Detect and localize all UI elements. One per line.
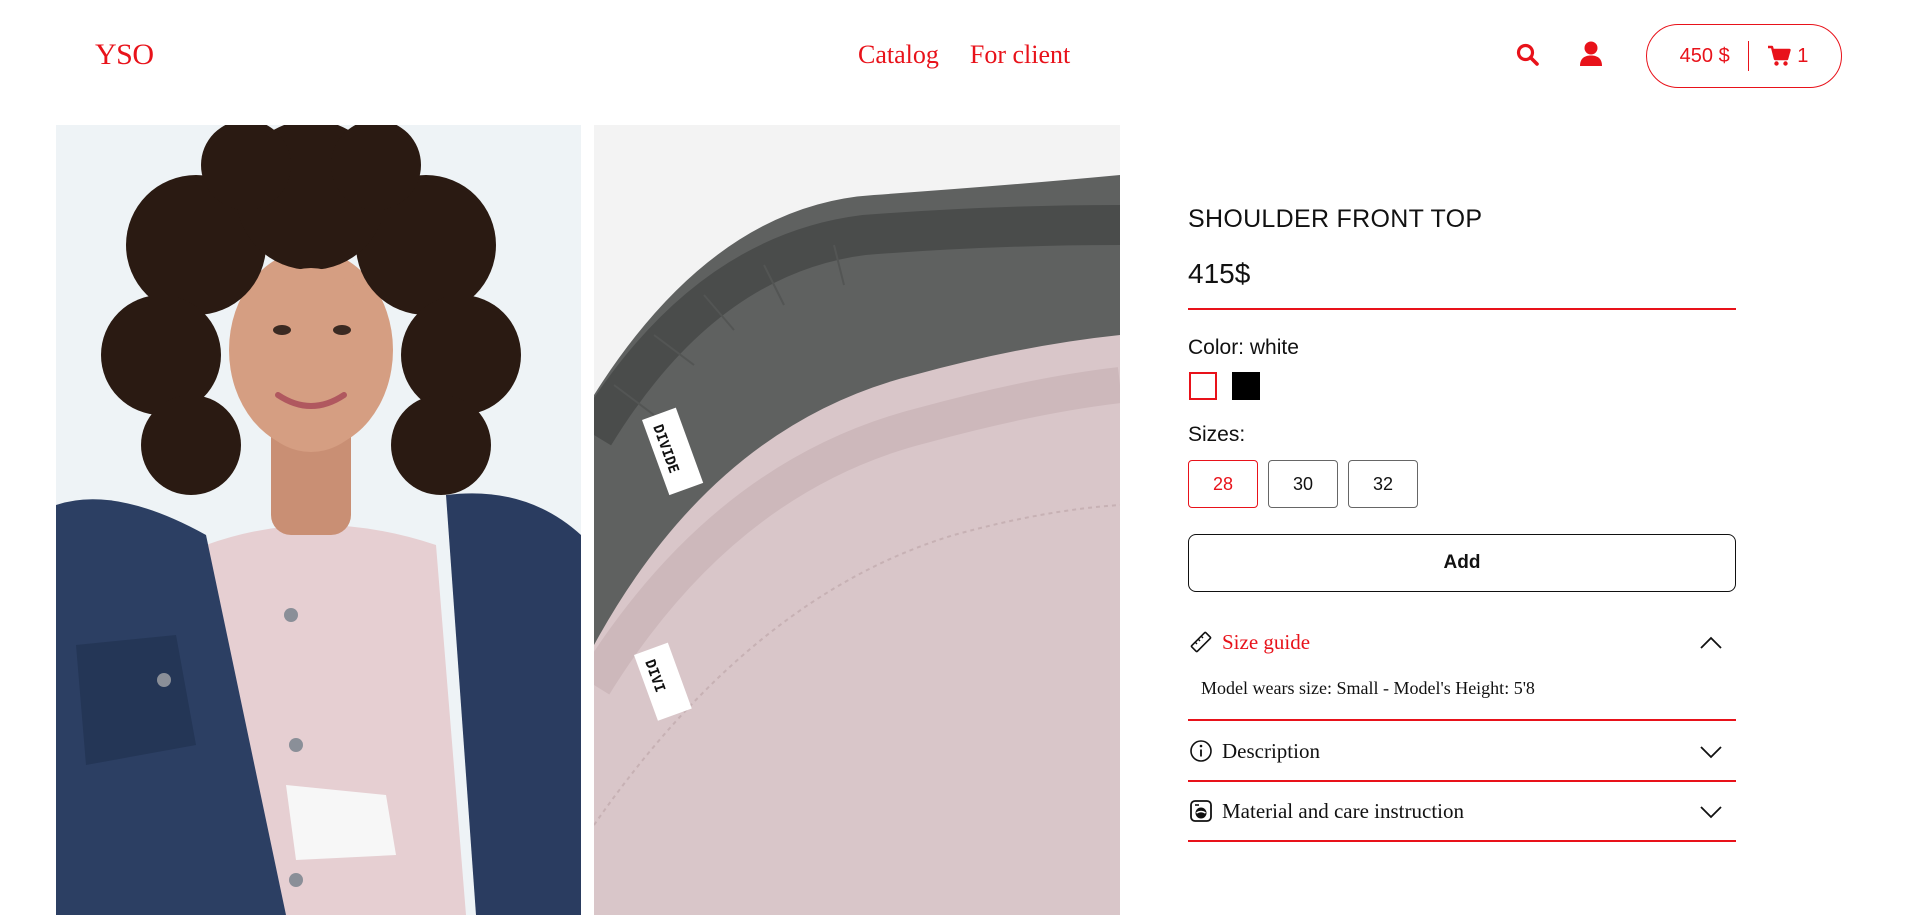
color-swatch-white[interactable] [1189, 372, 1217, 400]
add-to-cart-button[interactable]: Add [1188, 534, 1736, 592]
cart-button[interactable]: 450 $ 1 [1646, 24, 1842, 88]
washing-machine-icon [1188, 798, 1214, 824]
cart-count: 1 [1797, 44, 1809, 67]
cart-total: 450 $ [1679, 44, 1730, 67]
chevron-down-icon [1698, 799, 1724, 825]
logo[interactable]: YSO [95, 38, 154, 72]
color-swatch-black[interactable] [1232, 372, 1260, 400]
user-icon[interactable] [1578, 40, 1604, 68]
color-label: Color: white [1188, 336, 1299, 359]
size-option-28[interactable]: 28 [1188, 460, 1258, 508]
accordion-label-size-guide: Size guide [1222, 629, 1311, 654]
cart-divider [1747, 41, 1750, 71]
cart-count-group: 1 [1767, 45, 1808, 68]
chevron-up-icon [1698, 630, 1724, 656]
divider [1188, 780, 1736, 782]
accordion-description[interactable]: Description [1188, 731, 1736, 771]
divider [1188, 308, 1736, 310]
product-image-closeup[interactable]: DIVIDE DIVI [594, 125, 1120, 915]
size-option-30[interactable]: 30 [1268, 460, 1338, 508]
cart-icon [1768, 45, 1791, 66]
product-image-model[interactable] [56, 125, 581, 915]
accordion-label-material: Material and care instruction [1222, 798, 1464, 823]
chevron-down-icon [1698, 739, 1724, 765]
sizes-label: Sizes: [1188, 423, 1246, 446]
product-price: 415$ [1188, 258, 1251, 289]
info-icon [1188, 738, 1214, 764]
ruler-icon [1188, 629, 1214, 655]
site-header: YSO Catalog For client 450 $ 1 [0, 0, 1912, 112]
divider [1188, 719, 1736, 721]
nav-catalog[interactable]: Catalog [858, 40, 939, 70]
accordion-label-description: Description [1222, 738, 1320, 763]
accordion-size-guide[interactable]: Size guide [1188, 622, 1736, 662]
size-guide-content: Model wears size: Small - Model's Height… [1201, 678, 1535, 698]
product-title: SHOULDER FRONT TOP [1188, 205, 1483, 233]
search-icon[interactable] [1515, 42, 1541, 68]
nav-for-client[interactable]: For client [970, 40, 1070, 70]
main-nav: Catalog For client [858, 40, 1070, 70]
accordion-material[interactable]: Material and care instruction [1188, 791, 1736, 831]
size-option-32[interactable]: 32 [1348, 460, 1418, 508]
divider [1188, 840, 1736, 842]
